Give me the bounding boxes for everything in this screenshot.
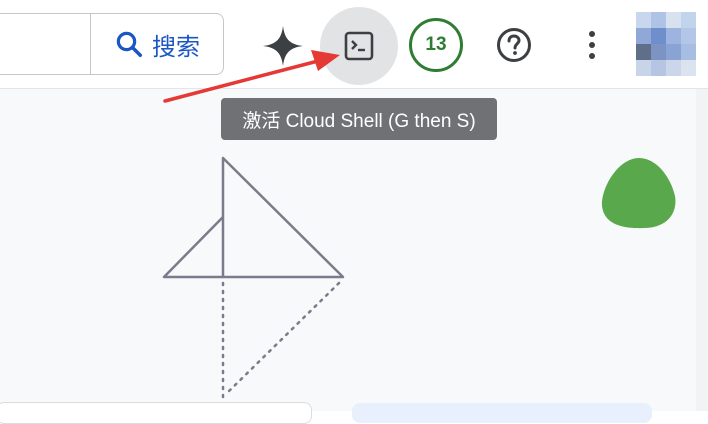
red-annotation-arrow [163, 50, 340, 103]
